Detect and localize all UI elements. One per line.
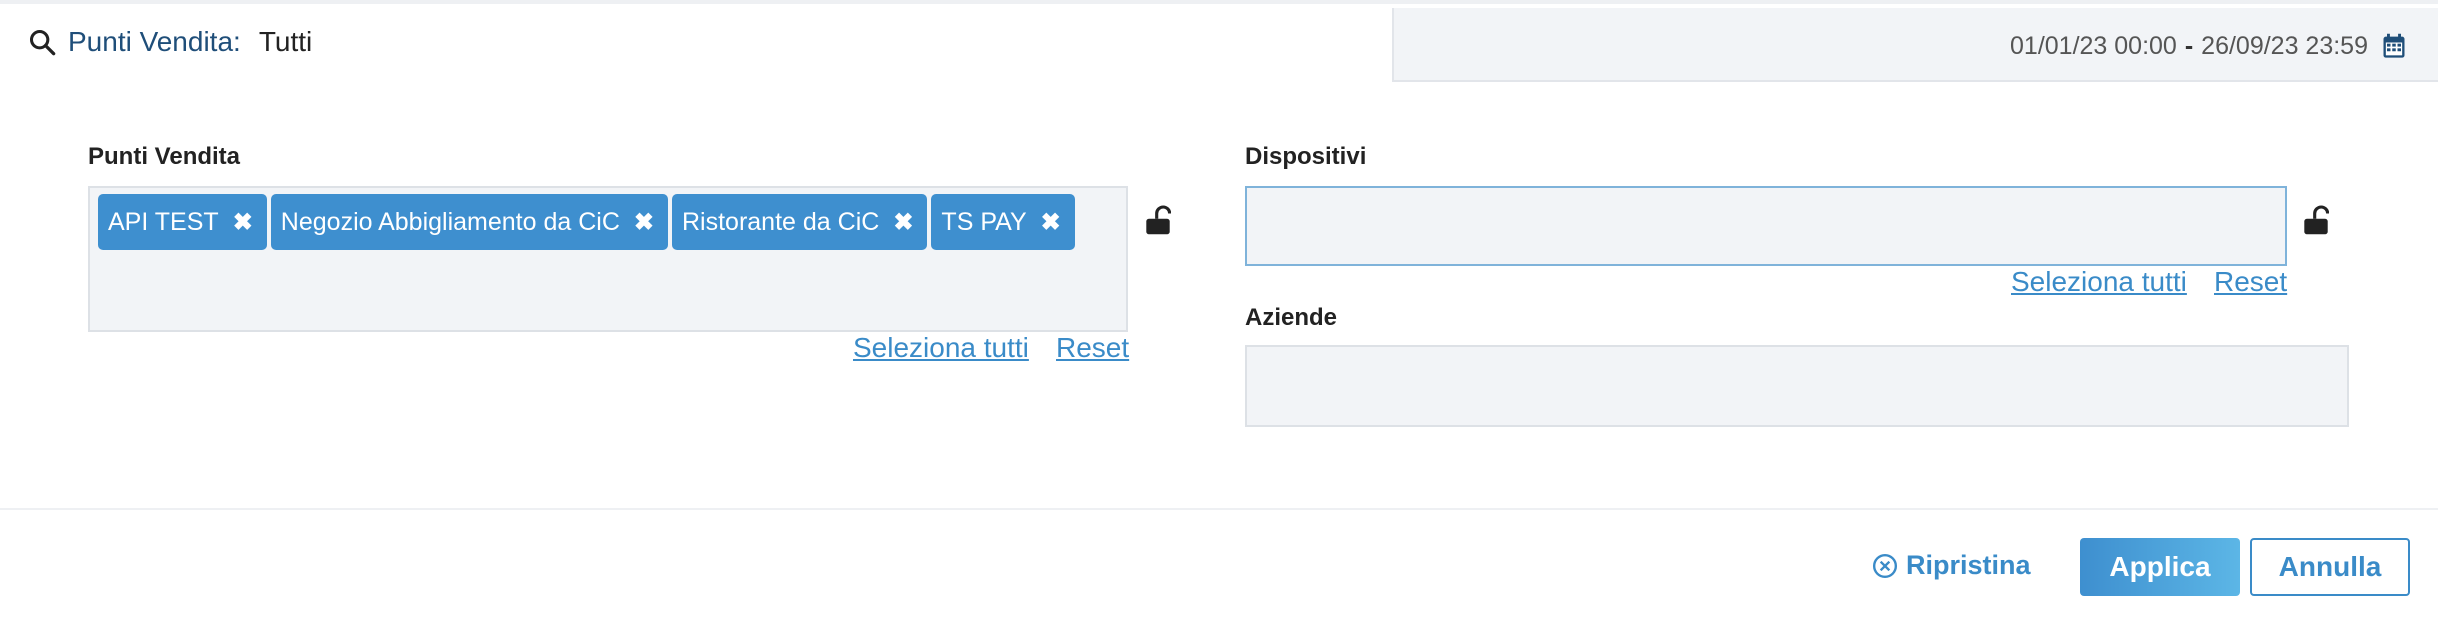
chip-ristorante[interactable]: Ristorante da CiC ✖ [672, 194, 928, 250]
dispositivi-reset-link[interactable]: Reset [2214, 266, 2287, 298]
filter-value: Tutti [258, 26, 313, 57]
punti-vendita-label: Punti Vendita [88, 143, 241, 170]
annulla-button[interactable]: Annulla [2250, 538, 2410, 596]
calendar-icon[interactable] [2380, 32, 2408, 60]
applica-button[interactable]: Applica [2080, 538, 2240, 596]
chip-remove-icon[interactable]: ✖ [634, 208, 654, 237]
date-end: 26/09/23 23:59 [2201, 32, 2368, 60]
chip-label: Ristorante da CiC [682, 207, 880, 236]
punti-vendita-select-all-link[interactable]: Seleziona tutti [853, 332, 1029, 364]
punti-vendita-reset-link[interactable]: Reset [1056, 332, 1129, 364]
date-range-panel[interactable]: 01/01/23 00:00 - 26/09/23 23:59 [1392, 8, 2438, 82]
ripristina-button[interactable]: Ripristina [1872, 550, 2031, 581]
dispositivi-select[interactable] [1245, 186, 2287, 266]
chip-label: Negozio Abbigliamento da CiC [280, 207, 620, 236]
unlock-icon[interactable] [2303, 204, 2329, 236]
punti-vendita-select[interactable]: API TEST ✖ Negozio Abbigliamento da CiC … [88, 186, 1128, 332]
filter-label: Punti Vendita: [68, 26, 241, 57]
date-start: 01/01/23 00:00 [2010, 32, 2177, 60]
chip-remove-icon[interactable]: ✖ [893, 208, 913, 237]
chip-label: API TEST [108, 207, 219, 236]
search-icon [29, 29, 56, 56]
chip-ts-pay[interactable]: TS PAY ✖ [931, 194, 1075, 250]
date-separator: - [2184, 32, 2194, 60]
chip-remove-icon[interactable]: ✖ [1041, 208, 1061, 237]
chip-label: TS PAY [941, 207, 1027, 236]
punti-vendita-chips: API TEST ✖ Negozio Abbigliamento da CiC … [98, 194, 1075, 250]
unlock-icon[interactable] [1145, 204, 1171, 236]
dispositivi-label: Dispositivi [1245, 143, 1367, 170]
chip-negozio-abbigliamento[interactable]: Negozio Abbigliamento da CiC ✖ [270, 194, 668, 250]
chip-api-test[interactable]: API TEST ✖ [98, 194, 267, 250]
dispositivi-select-all-link[interactable]: Seleziona tutti [2011, 266, 2187, 298]
chip-remove-icon[interactable]: ✖ [233, 208, 253, 237]
date-range: 01/01/23 00:00 - 26/09/23 23:59 [2010, 32, 2368, 61]
filter-summary[interactable]: Punti Vendita: Tutti [28, 26, 312, 58]
ripristina-label: Ripristina [1906, 550, 2031, 580]
aziende-label: Aziende [1245, 304, 1338, 331]
aziende-select[interactable] [1245, 345, 2349, 427]
filter-footer: Ripristina Applica Annulla [0, 508, 2438, 622]
circle-x-icon [1872, 553, 1898, 578]
filter-header: Punti Vendita: Tutti 01/01/23 00:00 - 26… [0, 0, 2438, 82]
